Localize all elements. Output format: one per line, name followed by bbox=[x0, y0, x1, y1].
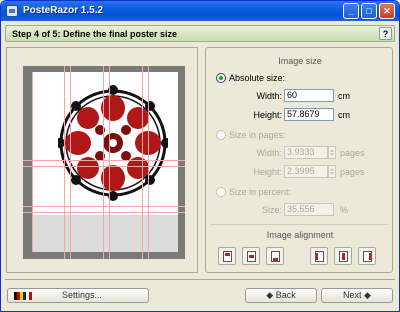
size-in-percent-label: Size in percent: bbox=[229, 187, 292, 197]
page-grid-line bbox=[23, 206, 185, 207]
window-title: PosteRazor 1.5.2 bbox=[23, 5, 104, 16]
title-bar[interactable]: PosteRazor 1.5.2 _ □ ✕ bbox=[1, 1, 399, 21]
help-button[interactable]: ? bbox=[379, 27, 392, 40]
absolute-width-input[interactable]: 60 bbox=[284, 89, 334, 102]
page-grid-line bbox=[32, 72, 33, 252]
pages-height-unit: pages bbox=[340, 167, 365, 177]
pages-width-label: Width: bbox=[256, 148, 282, 158]
align-bottom-button[interactable] bbox=[266, 247, 284, 265]
percent-size-label: Size: bbox=[261, 205, 282, 215]
settings-button[interactable]: Settings... bbox=[7, 288, 149, 303]
language-flag-icon bbox=[14, 292, 32, 300]
footer-separator bbox=[5, 279, 395, 280]
page-grid-line bbox=[103, 66, 104, 259]
page-grid-line bbox=[23, 166, 185, 167]
panel-divider bbox=[210, 224, 388, 225]
align-middle-button[interactable] bbox=[334, 247, 352, 265]
absolute-size-radio[interactable] bbox=[216, 73, 226, 83]
image-alignment-group bbox=[210, 243, 388, 269]
align-center-button[interactable] bbox=[242, 247, 260, 265]
maximize-button[interactable]: □ bbox=[361, 3, 377, 19]
align-right-button[interactable] bbox=[358, 247, 376, 265]
page-grid-line bbox=[23, 212, 185, 213]
percent-size-input[interactable]: 35.556 bbox=[284, 203, 334, 216]
minimize-button[interactable]: _ bbox=[343, 3, 359, 19]
absolute-width-unit: cm bbox=[338, 91, 350, 101]
pages-height-label: Height: bbox=[253, 167, 282, 177]
align-left-button[interactable] bbox=[310, 247, 328, 265]
absolute-size-option[interactable]: Absolute size: bbox=[216, 72, 285, 84]
posterazor-window: PosteRazor 1.5.2 _ □ ✕ Step 4 of 5: Defi… bbox=[0, 0, 400, 312]
absolute-size-label: Absolute size: bbox=[229, 73, 286, 83]
size-in-percent-option[interactable]: Size in percent: bbox=[216, 186, 291, 198]
page-grid-line bbox=[142, 66, 143, 259]
poster-preview bbox=[6, 47, 198, 273]
image-alignment-title: Image alignment bbox=[266, 230, 334, 240]
pages-width-unit: pages bbox=[340, 148, 365, 158]
page-grid-line bbox=[64, 66, 65, 259]
next-button[interactable]: Next ◆ bbox=[321, 288, 393, 303]
absolute-height-label: Height: bbox=[253, 110, 282, 120]
back-button[interactable]: ◆ Back bbox=[245, 288, 317, 303]
page-grid-line bbox=[148, 66, 149, 259]
percent-size-unit: % bbox=[340, 205, 349, 215]
page-grid-line bbox=[109, 66, 110, 259]
pages-width-spinner[interactable] bbox=[328, 146, 336, 159]
image-size-title: Image size bbox=[278, 56, 322, 66]
size-in-pages-radio[interactable] bbox=[216, 130, 226, 140]
pages-height-spinner[interactable] bbox=[328, 165, 336, 178]
step-title: Step 4 of 5: Define the final poster siz… bbox=[12, 29, 178, 39]
preview-poster-image bbox=[32, 72, 178, 215]
size-in-percent-radio[interactable] bbox=[216, 187, 226, 197]
ornament-image bbox=[58, 85, 168, 201]
absolute-height-unit: cm bbox=[338, 110, 350, 120]
align-top-button[interactable] bbox=[218, 247, 236, 265]
app-icon bbox=[6, 5, 18, 17]
image-size-panel: Image size Absolute size: Width: 60 cm H… bbox=[205, 47, 393, 273]
size-in-pages-option[interactable]: Size in pages: bbox=[216, 129, 286, 141]
size-in-pages-label: Size in pages: bbox=[229, 130, 286, 140]
settings-label: Settings... bbox=[62, 290, 103, 300]
page-grid-line bbox=[70, 66, 71, 259]
pages-height-input[interactable]: 2.3995 bbox=[284, 165, 328, 178]
step-header: Step 4 of 5: Define the final poster siz… bbox=[5, 25, 395, 42]
close-button[interactable]: ✕ bbox=[379, 3, 395, 19]
absolute-height-input[interactable]: 57.8679 bbox=[284, 108, 334, 121]
pages-width-input[interactable]: 3.9333 bbox=[284, 146, 328, 159]
absolute-width-label: Width: bbox=[256, 91, 282, 101]
page-grid-line bbox=[23, 160, 185, 161]
